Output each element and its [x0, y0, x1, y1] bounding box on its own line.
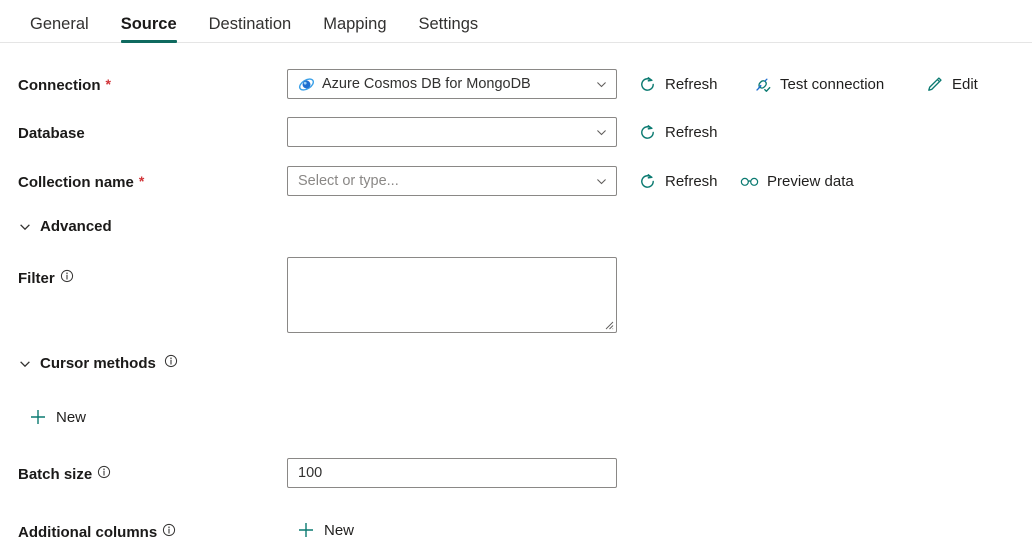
edit-connection-label: Edit: [952, 76, 978, 93]
tab-active-underline: [120, 40, 177, 43]
collection-name-placeholder: Select or type...: [298, 173, 399, 189]
plug-check-icon: [756, 78, 771, 92]
preview-data-label: Preview data: [767, 173, 854, 190]
database-refresh-button[interactable]: Refresh: [638, 123, 718, 142]
test-connection-label: Test connection: [780, 76, 885, 93]
tab-general[interactable]: General: [14, 14, 105, 44]
cursor-methods-new-label: New: [56, 408, 87, 426]
batch-size-label: Batch size: [18, 465, 111, 483]
plus-icon: [31, 410, 45, 424]
tab-settings[interactable]: Settings: [403, 14, 495, 44]
collection-name-label: Collection name *: [18, 172, 145, 192]
tab-destination-label: Destination: [208, 14, 292, 33]
info-icon[interactable]: [164, 354, 178, 368]
cursor-methods-section-header[interactable]: Cursor methods: [18, 354, 178, 372]
database-dropdown[interactable]: [287, 117, 617, 147]
cursor-methods-new-button[interactable]: New: [29, 408, 86, 426]
collection-refresh-label: Refresh: [665, 173, 718, 190]
tab-strip: General Source Destination Mapping Setti…: [0, 0, 1032, 43]
connection-label: Connection *: [18, 75, 111, 95]
collection-name-dropdown[interactable]: Select or type...: [287, 166, 617, 196]
glasses-icon: [740, 177, 759, 186]
preview-data-button[interactable]: Preview data: [740, 172, 854, 191]
chevron-down-icon: [20, 223, 30, 230]
connection-value: Azure Cosmos DB for MongoDB: [322, 76, 531, 92]
pencil-icon: [928, 77, 942, 91]
connection-dropdown-wrap: Azure Cosmos DB for MongoDB: [287, 69, 617, 99]
filter-label: Filter: [18, 269, 74, 287]
connection-refresh-label: Refresh: [665, 76, 718, 93]
batch-size-value: 100: [298, 465, 323, 481]
filter-label-text: Filter: [18, 270, 55, 287]
test-connection-button[interactable]: Test connection: [753, 75, 884, 94]
collection-name-required-asterisk: *: [138, 172, 145, 189]
chevron-down-icon: [20, 360, 30, 367]
tab-list: General Source Destination Mapping Setti…: [0, 0, 1032, 43]
database-label: Database: [18, 125, 85, 142]
info-icon[interactable]: [60, 269, 74, 283]
tab-mapping-label: Mapping: [323, 14, 387, 33]
advanced-section-header[interactable]: Advanced: [18, 218, 112, 235]
database-label-text: Database: [18, 125, 85, 142]
info-icon[interactable]: [162, 523, 176, 537]
connection-required-asterisk: *: [105, 75, 111, 92]
additional-columns-new-label: New: [324, 521, 355, 539]
cursor-methods-section-label: Cursor methods: [40, 355, 156, 372]
refresh-icon: [641, 124, 654, 139]
database-dropdown-wrap: [287, 117, 617, 147]
plus-icon: [299, 523, 313, 537]
tab-destination[interactable]: Destination: [193, 14, 308, 44]
chevron-down-icon: [597, 81, 606, 87]
tab-settings-label: Settings: [418, 14, 479, 33]
connection-refresh-button[interactable]: Refresh: [638, 75, 718, 94]
batch-size-input[interactable]: 100: [287, 458, 617, 488]
azure-cosmos-db-icon: [298, 77, 315, 91]
collection-name-label-text: Collection name: [18, 174, 134, 191]
chevron-down-icon: [597, 129, 606, 135]
tab-general-label: General: [30, 14, 89, 33]
collection-refresh-button[interactable]: Refresh: [638, 172, 718, 191]
filter-textarea-wrap: [287, 257, 617, 333]
tab-source-label: Source: [120, 14, 177, 33]
batch-size-input-wrap: 100: [287, 458, 617, 488]
filter-textarea[interactable]: [287, 257, 617, 333]
tab-mapping[interactable]: Mapping: [307, 14, 402, 44]
additional-columns-label-text: Additional columns: [18, 524, 158, 541]
tab-source[interactable]: Source: [105, 14, 193, 43]
database-refresh-label: Refresh: [665, 124, 718, 141]
connection-label-text: Connection: [18, 77, 101, 94]
collection-name-dropdown-wrap: Select or type...: [287, 166, 617, 196]
connection-dropdown[interactable]: Azure Cosmos DB for MongoDB: [287, 69, 617, 99]
refresh-icon: [641, 76, 654, 91]
edit-connection-button[interactable]: Edit: [925, 75, 978, 94]
chevron-down-icon: [597, 178, 606, 184]
info-icon[interactable]: [97, 465, 111, 479]
additional-columns-new-button[interactable]: New: [297, 521, 354, 539]
advanced-section-label: Advanced: [40, 218, 112, 235]
refresh-icon: [641, 173, 654, 188]
additional-columns-label: Additional columns: [18, 523, 176, 541]
batch-size-label-text: Batch size: [18, 466, 93, 483]
resize-grip-icon: [605, 321, 614, 330]
